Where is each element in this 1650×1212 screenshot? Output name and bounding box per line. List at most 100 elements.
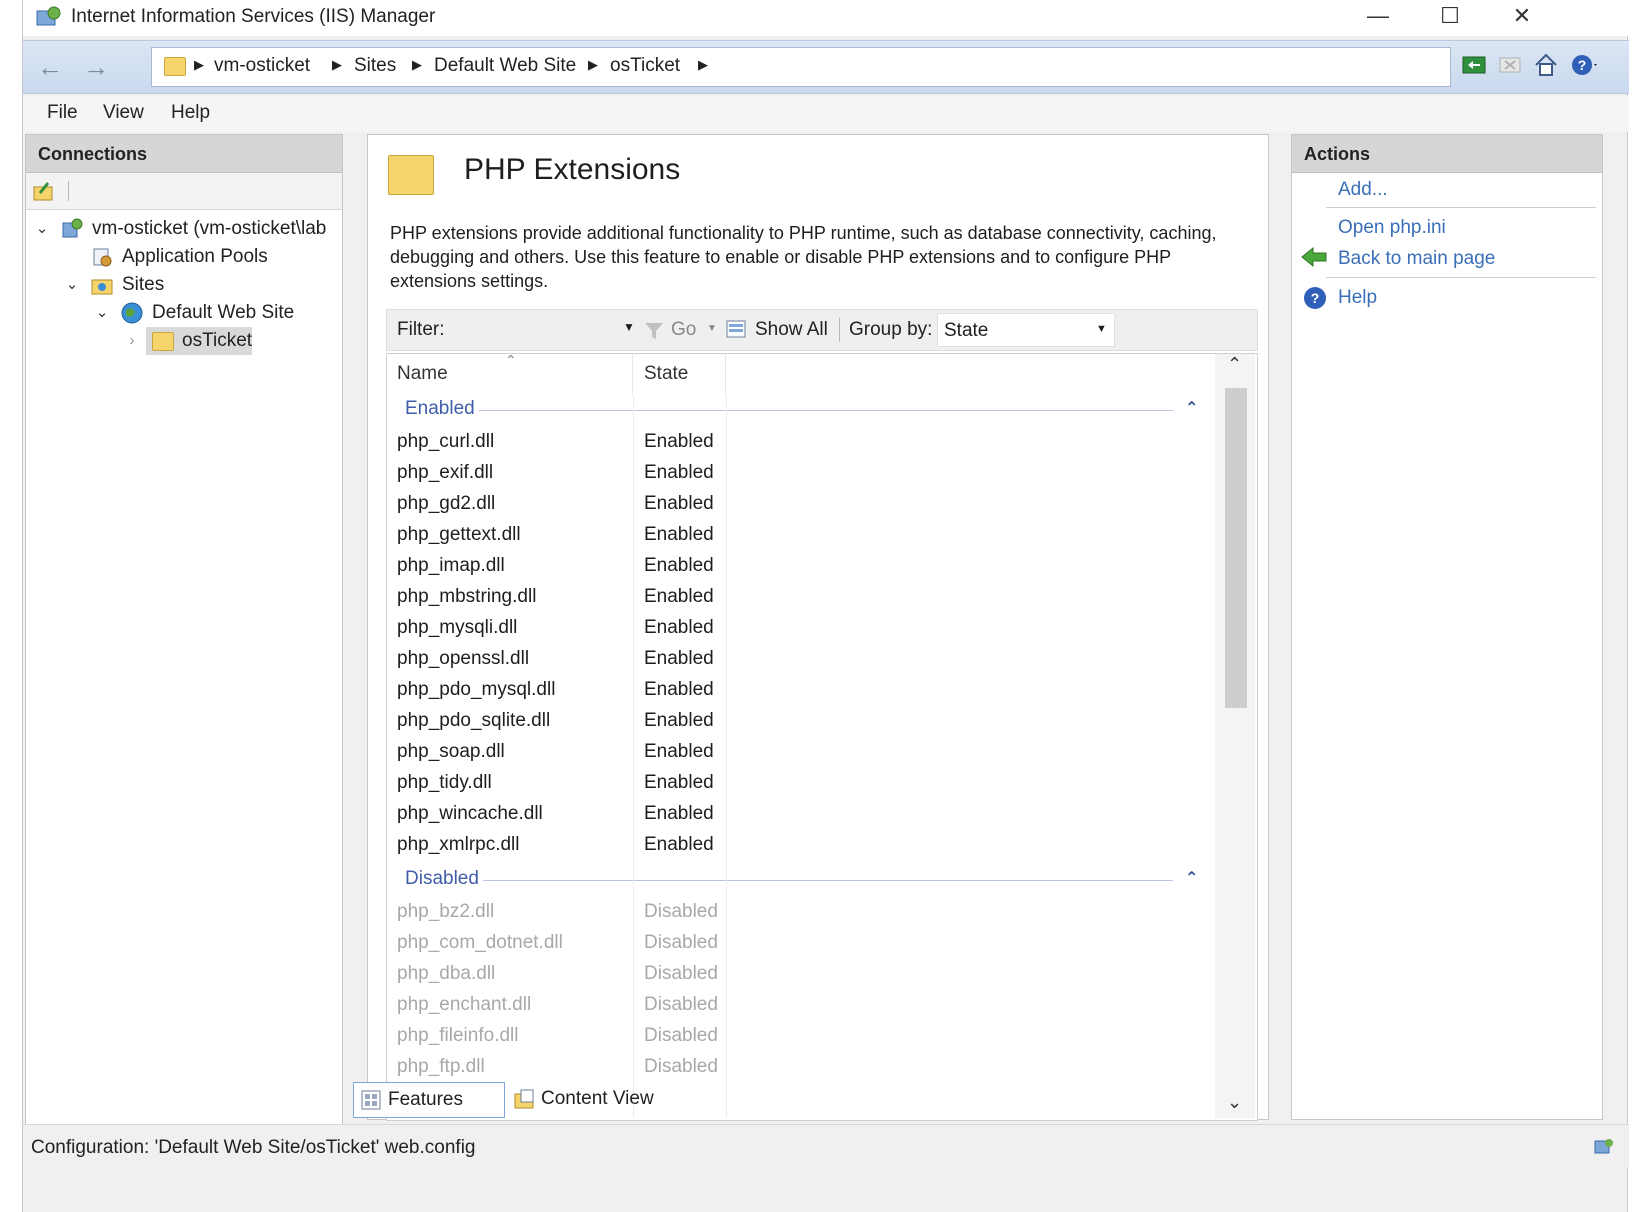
menu-help[interactable]: Help (171, 102, 210, 124)
extension-state: Enabled (644, 431, 714, 452)
help-icon: ? (1304, 287, 1326, 309)
stop-icon[interactable] (1495, 49, 1525, 81)
menu-bar: File View Help (23, 96, 1629, 132)
table-row[interactable]: php_imap.dll Enabled (387, 550, 1217, 581)
status-bar: Configuration: 'Default Web Site/osTicke… (23, 1124, 1629, 1168)
tree-node-default-web-site[interactable]: ⌄ Default Web Site (26, 299, 342, 327)
extension-state: Enabled (644, 555, 714, 576)
menu-view[interactable]: View (103, 102, 144, 124)
action-divider (1326, 277, 1596, 278)
scroll-down-icon[interactable]: ⌄ (1227, 1092, 1242, 1113)
tree-node-application-pools[interactable]: Application Pools (26, 243, 342, 271)
extension-state: Enabled (644, 493, 714, 514)
filter-label: Filter: (397, 319, 445, 340)
filter-bar: Filter: ▼ Go ▼ Show All Group by: State … (386, 309, 1258, 351)
column-header-state[interactable]: State (634, 354, 726, 394)
extensions-list[interactable]: Name ⌃ State Enabled ⌃ php_curl.dll Enabled… (386, 353, 1258, 1121)
tree-label: osTicket (182, 330, 253, 351)
tab-features-view[interactable]: Features View (353, 1082, 505, 1144)
table-row[interactable]: php_wincache.dll Enabled (387, 798, 1217, 829)
tree-node-server[interactable]: ⌄ vm-osticket (vm-osticket\lab (26, 215, 342, 243)
table-row[interactable]: php_enchant.dll Disabled (387, 989, 1217, 1020)
tree-toggle[interactable]: ⌄ (94, 299, 110, 327)
breadcrumb[interactable]: ▶ vm-osticket ▶ Sites ▶ Default Web Site… (151, 47, 1451, 87)
table-row[interactable]: php_exif.dll Enabled (387, 457, 1217, 488)
tree-label: Sites (122, 274, 165, 295)
back-arrow-icon (1301, 246, 1327, 268)
minimize-button[interactable]: — (1343, 0, 1413, 34)
back-button[interactable]: ← (33, 51, 67, 85)
go-button[interactable]: Go (671, 319, 696, 341)
table-row[interactable]: php_mbstring.dll Enabled (387, 581, 1217, 612)
extension-name: php_wincache.dll (397, 803, 543, 824)
tree-toggle[interactable]: ⌄ (34, 215, 50, 243)
table-row[interactable]: php_gettext.dll Enabled (387, 519, 1217, 550)
scroll-up-icon[interactable]: ⌃ (1227, 354, 1242, 375)
group-header-disabled[interactable]: Disabled ⌃ (387, 864, 1217, 896)
home-icon[interactable] (1531, 49, 1561, 81)
refresh-icon[interactable] (1459, 49, 1489, 81)
filter-input[interactable] (451, 316, 627, 344)
tree-node-sites[interactable]: ⌄ Sites (26, 271, 342, 299)
table-row[interactable]: php_fileinfo.dll Disabled (387, 1020, 1217, 1051)
extension-state: Disabled (644, 1056, 718, 1077)
sites-folder-icon (91, 279, 113, 295)
extension-name: php_imap.dll (397, 555, 505, 576)
close-button[interactable]: ✕ (1487, 0, 1557, 34)
filter-dropdown-icon[interactable]: ▼ (623, 320, 635, 334)
table-row[interactable]: php_openssl.dll Enabled (387, 643, 1217, 674)
table-row[interactable]: php_curl.dll Enabled (387, 426, 1217, 457)
open-php-ini-link[interactable]: Open php.ini (1338, 217, 1446, 239)
tree-node-osticket[interactable]: › osTicket (26, 327, 342, 355)
extension-name: php_com_dotnet.dll (397, 932, 563, 953)
back-to-main-page-link[interactable]: Back to main page (1338, 248, 1495, 270)
table-row[interactable]: php_pdo_sqlite.dll Enabled (387, 705, 1217, 736)
forward-button[interactable]: → (79, 51, 113, 85)
server-status-icon (1594, 1139, 1613, 1154)
menu-file[interactable]: File (47, 102, 78, 124)
group-divider-line (479, 410, 1173, 411)
table-row[interactable]: php_bz2.dll Disabled (387, 896, 1217, 927)
svg-text:?: ? (1311, 290, 1320, 306)
table-row[interactable]: php_pdo_mysql.dll Enabled (387, 674, 1217, 705)
show-all-button[interactable]: Show All (755, 319, 828, 341)
tab-content-view[interactable]: Content View (507, 1082, 667, 1118)
collapse-group-icon[interactable]: ⌃ (1185, 398, 1198, 418)
tree-toggle[interactable]: ⌄ (64, 271, 80, 299)
breadcrumb-vm-osticket[interactable]: vm-osticket (214, 55, 310, 77)
funnel-icon (645, 323, 663, 339)
add-action-link[interactable]: Add... (1338, 179, 1388, 201)
go-dropdown-icon[interactable]: ▼ (707, 323, 717, 334)
extension-name: php_bz2.dll (397, 901, 495, 922)
extension-state: Disabled (644, 963, 718, 984)
help-dropdown-icon[interactable]: ? (1569, 49, 1599, 81)
group-header-enabled[interactable]: Enabled ⌃ (387, 394, 1217, 426)
breadcrumb-osticket[interactable]: osTicket (610, 55, 680, 77)
breadcrumb-default-web-site[interactable]: Default Web Site (434, 55, 576, 77)
column-divider (633, 394, 634, 1118)
group-by-value: State (944, 320, 989, 341)
extension-state: Disabled (644, 1025, 718, 1046)
connect-icon[interactable] (32, 179, 56, 203)
scroll-thumb[interactable] (1225, 388, 1247, 708)
table-row[interactable]: php_soap.dll Enabled (387, 736, 1217, 767)
table-row[interactable]: php_mysqli.dll Enabled (387, 612, 1217, 643)
collapse-group-icon[interactable]: ⌃ (1185, 868, 1198, 888)
toolbar-divider (839, 318, 840, 342)
breadcrumb-sites[interactable]: Sites (354, 55, 396, 77)
help-link[interactable]: Help (1338, 287, 1377, 309)
extension-state: Enabled (644, 741, 714, 762)
group-by-select[interactable]: State ▼ (937, 313, 1115, 347)
table-row[interactable]: php_xmlrpc.dll Enabled (387, 829, 1217, 860)
table-row[interactable]: php_tidy.dll Enabled (387, 767, 1217, 798)
table-row[interactable]: php_gd2.dll Enabled (387, 488, 1217, 519)
tree-toggle[interactable]: › (124, 327, 140, 355)
vertical-scrollbar[interactable]: ⌃ ⌄ (1215, 354, 1255, 1118)
table-row[interactable]: php_dba.dll Disabled (387, 958, 1217, 989)
table-row[interactable]: php_ftp.dll Disabled (387, 1051, 1217, 1082)
maximize-button[interactable]: ☐ (1415, 0, 1485, 34)
server-icon (62, 218, 83, 238)
table-row[interactable]: php_com_dotnet.dll Disabled (387, 927, 1217, 958)
iis-app-icon (36, 6, 61, 26)
tree-label: Application Pools (122, 246, 268, 267)
